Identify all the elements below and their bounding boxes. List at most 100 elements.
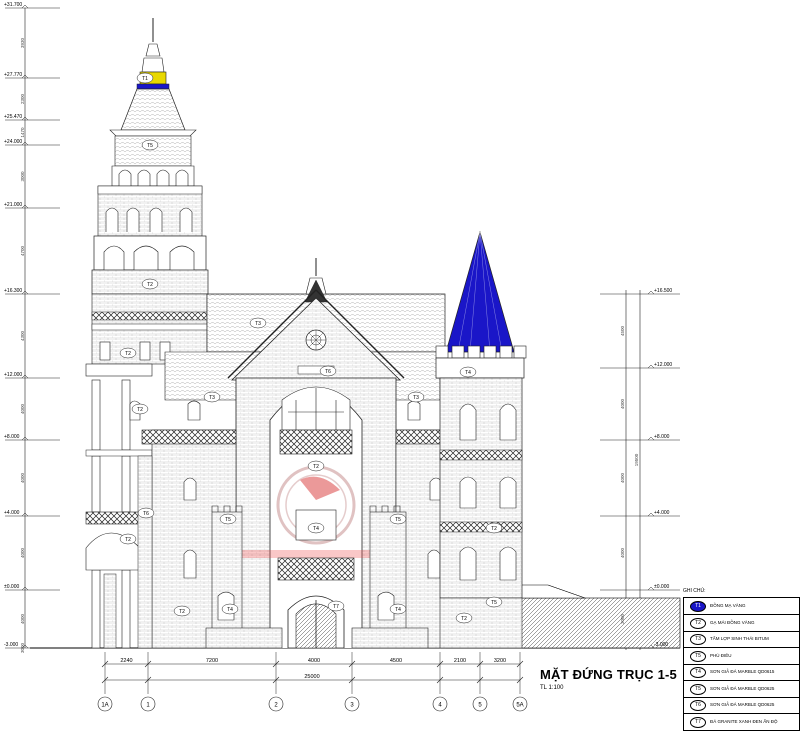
legend-text: SƠN GIẢ ĐÁ MARBLE QD0615 <box>710 669 775 674</box>
vertical-dim-label: 3000 <box>20 642 25 653</box>
drawing-title-block: MẶT ĐỨNG TRỤC 1-5 TL 1:100 <box>540 667 677 691</box>
horizontal-dim-label: 2240 <box>120 658 132 664</box>
svg-text:T3: T3 <box>255 321 261 327</box>
legend-tag: T2 <box>690 617 706 629</box>
tag-t5-c: T5 <box>389 513 407 525</box>
level-label: +27.770 <box>4 72 22 78</box>
level-label: +24.000 <box>4 139 22 145</box>
svg-text:T7: T7 <box>333 604 339 610</box>
svg-text:T4: T4 <box>313 526 319 532</box>
tag-t2-h: T2 <box>455 612 473 624</box>
legend-row: T5 PHÙ ĐIÊU <box>684 648 799 665</box>
svg-text:T5: T5 <box>395 517 401 523</box>
legend-tag: T1 <box>690 601 706 612</box>
vertical-dim-label: 4000 <box>620 398 625 409</box>
horizontal-dim-label: 4000 <box>308 658 320 664</box>
right-level-axis <box>625 290 641 650</box>
left-tower <box>91 18 209 365</box>
legend-table: T1 ĐỒNG MẠ VÀNG T2 GẠ MÁI ĐỒNG VÀNG T3 TẤM LỢ… <box>683 597 800 731</box>
vertical-dim-label: 4700 <box>20 245 25 256</box>
vertical-dim-label: 4500 <box>620 325 625 336</box>
svg-text:T2: T2 <box>125 537 131 543</box>
svg-text:T2: T2 <box>125 351 131 357</box>
tag-t4-c: T4 <box>221 603 239 615</box>
tag-t2-e: T2 <box>485 522 503 534</box>
vertical-dim-label: 4000 <box>20 403 25 414</box>
drawing-scale: TL 1:100 <box>540 685 564 691</box>
tag-t2-f: T2 <box>119 533 137 545</box>
level-label: ±0.000 <box>654 584 669 590</box>
legend-text: TẤM LỢP SINH THÁI BITUM <box>710 636 769 641</box>
legend-row: T7 ĐÁ GRANITE XANH ĐEN ẤN ĐỘ <box>684 714 799 731</box>
tag-t4-b: T4 <box>307 522 325 534</box>
svg-text:T4: T4 <box>465 370 471 376</box>
tag-t4-d: T4 <box>389 603 407 615</box>
tag-t2-c: T2 <box>131 403 149 415</box>
tag-t2-d: T2 <box>307 460 325 472</box>
axis-label: 5A <box>516 703 523 709</box>
svg-text:T2: T2 <box>137 407 143 413</box>
right-vertical-dimensions: 4500 4000 4000 4000 3000 19500 <box>620 325 639 624</box>
legend-text: ĐỒNG MẠ VÀNG <box>710 603 746 608</box>
vertical-dim-label: 4000 <box>20 472 25 483</box>
tag-t2-g: T2 <box>173 605 191 617</box>
level-label: +12.000 <box>4 372 22 378</box>
svg-text:T5: T5 <box>225 517 231 523</box>
tag-t2-b: T2 <box>119 347 137 359</box>
vertical-dim-label: 3000 <box>620 613 625 624</box>
tag-t3-a: T3 <box>249 317 267 329</box>
level-label: +21.000 <box>4 202 22 208</box>
level-label: +4.000 <box>4 510 20 516</box>
tag-t2-a: T2 <box>141 278 159 290</box>
total-width-dim: 25000 <box>304 674 319 680</box>
svg-text:T3: T3 <box>413 395 419 401</box>
svg-text:T3: T3 <box>209 395 215 401</box>
level-label: +12.000 <box>654 362 672 368</box>
legend-tag: T5 <box>690 683 706 695</box>
tag-t7: T7 <box>327 600 345 612</box>
tag-t4-a: T4 <box>459 366 477 378</box>
tag-t5-b: T5 <box>219 513 237 525</box>
vertical-dim-label: 4000 <box>20 613 25 624</box>
drawing-title: MẶT ĐỨNG TRỤC 1-5 <box>540 667 677 682</box>
tag-t6-a: T6 <box>319 365 337 377</box>
svg-text:T6: T6 <box>143 511 149 517</box>
tag-t6-b: T6 <box>137 507 155 519</box>
vertical-dim-label: 3930 <box>20 37 25 48</box>
tag-t3-c: T3 <box>407 391 425 403</box>
blue-cone-roof <box>445 230 515 353</box>
svg-text:T2: T2 <box>179 609 185 615</box>
level-label: -3.000 <box>4 642 18 648</box>
horizontal-dim-label: 3200 <box>494 658 506 664</box>
svg-text:T4: T4 <box>395 607 401 613</box>
legend-text: PHÙ ĐIÊU <box>710 652 732 658</box>
legend-row: T6 SƠN GIẢ ĐÁ MARBLE QD0625 <box>684 697 799 714</box>
horizontal-dim-label: 7200 <box>206 658 218 664</box>
tag-t1: T1 <box>136 72 154 84</box>
vertical-dim-label: 4000 <box>20 547 25 558</box>
level-label: +8.000 <box>654 434 670 440</box>
level-label: +25.470 <box>4 114 22 120</box>
vertical-dim-label: 3000 <box>20 171 25 182</box>
legend-row: T2 GẠ MÁI ĐỒNG VÀNG <box>684 615 799 632</box>
tag-t5-a: T5 <box>141 139 159 151</box>
vertical-dim-label: 4300 <box>20 330 25 341</box>
legend-tag: T4 <box>690 667 706 678</box>
svg-text:T5: T5 <box>491 600 497 606</box>
svg-text:T6: T6 <box>325 369 331 375</box>
legend-row: T3 TẤM LỢP SINH THÁI BITUM <box>684 631 799 648</box>
level-label: -3.000 <box>654 642 668 648</box>
level-label: +8.000 <box>4 434 20 440</box>
left-vertical-dimensions: 3930 2300 1470 3000 4700 4300 4000 4000 4000 4000… <box>20 37 25 653</box>
legend-row: T4 SƠN GIẢ ĐÁ MARBLE QD0615 <box>684 664 799 681</box>
legend-tag: T5 <box>690 650 706 662</box>
legend-row: T5 SƠN GIẢ ĐÁ MARBLE QD0625 <box>684 681 799 698</box>
level-label: +16.500 <box>654 288 672 294</box>
level-label: +31.700 <box>4 2 22 8</box>
vertical-dim-label: 2300 <box>20 93 25 104</box>
legend-tag: T6 <box>690 700 706 711</box>
vertical-dim-label: 4000 <box>620 472 625 483</box>
level-label: +4.000 <box>654 510 670 516</box>
legend-heading: GHI CHÚ: <box>683 588 706 594</box>
horizontal-dimensions: 2240 7200 4000 4500 2100 3200 25000 <box>105 658 520 681</box>
